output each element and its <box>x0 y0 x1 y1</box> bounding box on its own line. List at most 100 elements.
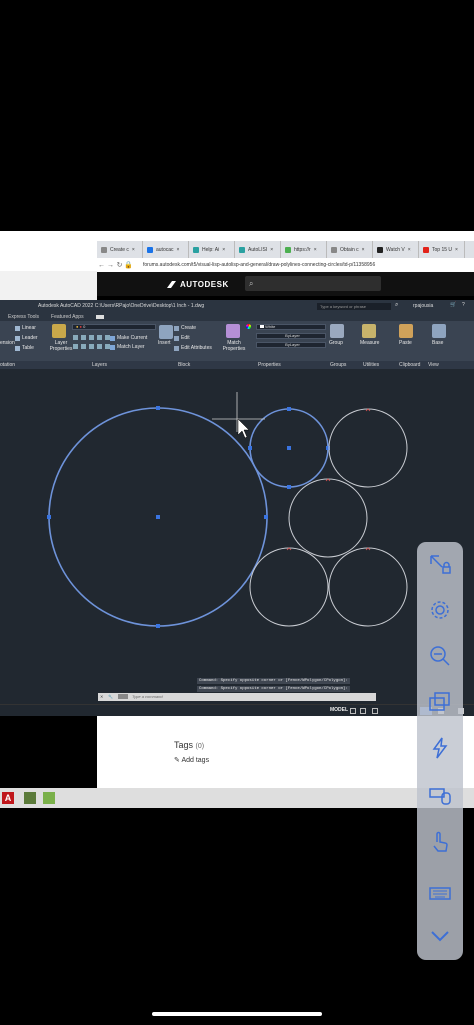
autocad-app-icon[interactable]: A <box>2 792 14 804</box>
autodesk-logo[interactable]: AUTODESK <box>167 280 229 289</box>
panel-properties[interactable]: Properties <box>258 362 281 368</box>
help-search-input[interactable]: Type a keyword or phrase <box>317 303 391 310</box>
app-icon[interactable] <box>24 792 36 804</box>
linear-button[interactable]: Linear <box>15 325 36 331</box>
snap-icon[interactable] <box>360 708 366 714</box>
search-icon[interactable]: ⌕ <box>395 302 398 309</box>
panel-utilities[interactable]: Utilities <box>363 362 379 368</box>
pointer-lock-icon[interactable] <box>427 552 453 578</box>
browser-tab[interactable]: Watch V × <box>373 241 419 258</box>
color-wheel-icon[interactable] <box>246 324 251 329</box>
circle[interactable] <box>328 408 408 488</box>
grip-quadrant[interactable] <box>287 407 291 411</box>
layer-tool-icon[interactable] <box>73 344 78 349</box>
edit-block-button[interactable]: Edit <box>174 335 190 341</box>
chevron-down-icon[interactable] <box>427 923 453 949</box>
app-icon[interactable] <box>43 792 55 804</box>
tab-featured-apps[interactable]: Featured Apps <box>51 314 84 320</box>
layer-properties-button[interactable]: Layer Properties <box>48 340 74 352</box>
edit-attributes-button[interactable]: Edit Attributes <box>174 345 212 351</box>
panel-view[interactable]: View <box>428 362 439 368</box>
close-tab-icon[interactable]: × <box>177 247 180 253</box>
layer-tool-icon[interactable] <box>89 344 94 349</box>
table-button[interactable]: Table <box>15 345 34 351</box>
lineweight-dropdown[interactable]: ByLayer <box>256 342 326 348</box>
create-block-button[interactable]: Create <box>174 325 196 331</box>
layer-tool-icon[interactable] <box>73 335 78 340</box>
base-button[interactable]: Base <box>432 340 443 346</box>
model-tab[interactable]: MODEL <box>330 707 348 713</box>
layer-tool-icon[interactable] <box>97 344 102 349</box>
grip-quadrant[interactable] <box>47 515 51 519</box>
measure-button[interactable]: Measure <box>360 340 379 346</box>
layer-tool-icon[interactable] <box>89 335 94 340</box>
ortho-icon[interactable] <box>372 708 378 714</box>
close-tab-icon[interactable]: × <box>132 247 135 253</box>
keyboard-mouse-icon[interactable] <box>427 782 453 808</box>
keyboard-icon[interactable] <box>427 880 453 906</box>
home-indicator[interactable] <box>152 1012 322 1016</box>
command-line[interactable]: ✕ 🔧 Type a command <box>98 693 376 701</box>
zoom-out-icon[interactable] <box>427 643 453 669</box>
close-tab-icon[interactable]: × <box>408 247 411 253</box>
grip-quadrant[interactable] <box>156 406 160 410</box>
url-text[interactable]: forums.autodesk.com/t5/visual-lisp-autol… <box>143 262 375 268</box>
close-tab-icon[interactable]: × <box>314 247 317 253</box>
measure-icon[interactable] <box>362 324 376 338</box>
layer-tool-icon[interactable] <box>105 344 110 349</box>
forward-icon[interactable]: → <box>106 262 115 269</box>
gear-icon[interactable] <box>427 597 453 623</box>
grip-center[interactable] <box>156 515 160 519</box>
match-properties-icon[interactable] <box>226 324 240 338</box>
tab-express-tools[interactable]: Express Tools <box>8 314 39 320</box>
panel-groups[interactable]: Groups <box>330 362 346 368</box>
ribbon-toggle-icon[interactable] <box>95 314 104 319</box>
circle[interactable] <box>288 478 368 558</box>
circle[interactable] <box>328 547 408 627</box>
drawing-canvas[interactable] <box>0 369 474 697</box>
grip-quadrant[interactable] <box>248 446 252 450</box>
paste-button[interactable]: Paste <box>399 340 412 346</box>
layer-tool-icon[interactable] <box>81 344 86 349</box>
insert-icon[interactable] <box>159 325 173 339</box>
help-icon[interactable]: ? <box>462 302 465 308</box>
layer-tool-icon[interactable] <box>81 335 86 340</box>
grip-quadrant[interactable] <box>156 624 160 628</box>
command-input[interactable]: Type a command <box>132 694 163 699</box>
grip-quadrant[interactable] <box>287 485 291 489</box>
linetype-dropdown[interactable]: ByLayer <box>256 333 326 339</box>
lightning-icon[interactable] <box>427 735 453 761</box>
browser-tab[interactable]: Top 15 U × <box>419 241 465 258</box>
close-tab-icon[interactable]: × <box>362 247 365 253</box>
layer-properties-icon[interactable] <box>52 324 66 338</box>
group-button[interactable]: Group <box>329 340 343 346</box>
browser-tab[interactable]: AutoLISI × <box>235 241 281 258</box>
layer-dropdown[interactable]: ● ● 0 <box>72 324 156 330</box>
base-icon[interactable] <box>432 324 446 338</box>
circle[interactable] <box>249 547 329 627</box>
insert-button[interactable]: Insert <box>158 340 171 346</box>
address-bar[interactable]: ← → ↻ 🔒 forums.autodesk.com/t5/visual-li… <box>97 258 474 272</box>
leader-button[interactable]: Leader <box>15 335 38 341</box>
reload-icon[interactable]: ↻ <box>115 261 124 269</box>
windows-icon[interactable] <box>427 689 453 715</box>
grip-center[interactable] <box>287 446 291 450</box>
match-layer-button[interactable]: Match Layer <box>110 344 145 350</box>
site-search-input[interactable]: ⌕ <box>245 276 381 291</box>
touch-icon[interactable] <box>427 829 453 855</box>
close-tab-icon[interactable]: × <box>222 247 225 253</box>
add-tags-link[interactable]: ✎ Add tags <box>174 756 209 764</box>
wrench-icon[interactable]: 🔧 <box>108 694 113 699</box>
color-dropdown[interactable]: White <box>256 324 326 330</box>
make-current-button[interactable]: Make Current <box>110 335 147 341</box>
panel-layers[interactable]: Layers <box>92 362 107 368</box>
dimension-button[interactable]: ension <box>0 340 15 346</box>
panel-block[interactable]: Block <box>178 362 190 368</box>
browser-tab[interactable]: Help: Ai × <box>189 241 235 258</box>
close-icon[interactable]: ✕ <box>100 694 103 699</box>
browser-tab[interactable]: autocac × <box>143 241 189 258</box>
cart-icon[interactable]: 🛒 <box>450 302 456 308</box>
close-tab-icon[interactable]: × <box>270 247 273 253</box>
browser-tab[interactable]: Obtain c × <box>327 241 373 258</box>
panel-annotation[interactable]: otation <box>0 362 15 368</box>
